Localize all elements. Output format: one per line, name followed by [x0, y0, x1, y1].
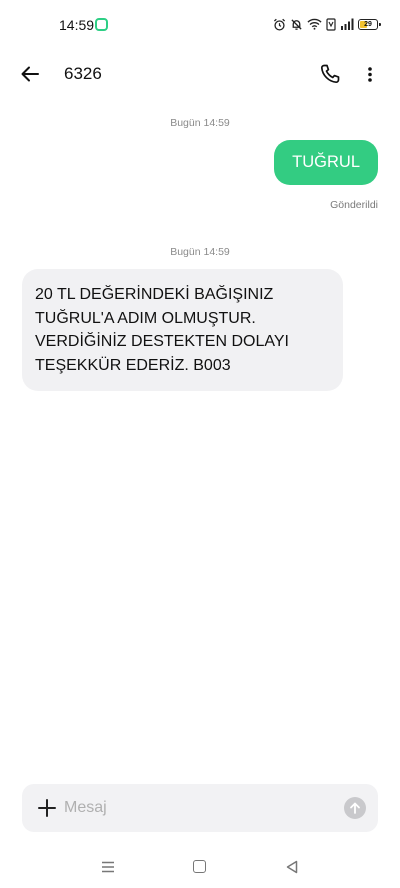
plus-icon: [38, 799, 56, 817]
battery-icon: 29: [358, 18, 381, 30]
conversation-header: 6326: [0, 54, 400, 96]
back-button[interactable]: [18, 62, 42, 86]
sent-status: Gönderildi: [330, 199, 378, 211]
alarm-icon: [273, 18, 286, 31]
incoming-message-bubble[interactable]: 20 TL DEĞERİNDEKİ BAĞIŞINIZ TUĞRUL'A ADI…: [22, 269, 343, 391]
attach-button[interactable]: [36, 797, 58, 819]
menu-lines-icon: [102, 861, 114, 873]
status-time: 14:59: [59, 17, 95, 33]
recents-button[interactable]: [100, 859, 116, 875]
phone-icon: [320, 64, 340, 84]
messaging-screen: 14:59 29 6326 Bugün 14:59 TUĞRUL Gönderi…: [0, 0, 400, 888]
notification-app-icon: [95, 18, 108, 31]
status-icons: 29: [273, 16, 381, 32]
contact-title: 6326: [64, 64, 102, 83]
volte-icon: [326, 17, 336, 31]
silent-bell-icon: [291, 18, 302, 30]
back-arrow-icon: [21, 66, 39, 82]
home-button[interactable]: [193, 860, 206, 873]
system-back-button[interactable]: [284, 859, 300, 875]
arrow-up-icon: [350, 802, 360, 814]
signal-icon: [341, 18, 354, 30]
outgoing-message-bubble[interactable]: TUĞRUL: [274, 140, 378, 185]
status-bar: 14:59 29: [0, 0, 400, 48]
wifi-icon: [307, 18, 322, 30]
call-button[interactable]: [318, 62, 342, 86]
more-vertical-icon: [368, 67, 372, 82]
triangle-back-icon: [286, 860, 298, 874]
send-button[interactable]: [344, 797, 366, 819]
date-separator: Bugün 14:59: [170, 117, 230, 129]
system-navigation-bar: [0, 850, 400, 884]
message-input[interactable]: [64, 784, 324, 832]
more-options-button[interactable]: [360, 62, 380, 86]
battery-level: 29: [364, 20, 372, 28]
message-composer: [22, 784, 378, 832]
date-separator: Bugün 14:59: [170, 246, 230, 258]
